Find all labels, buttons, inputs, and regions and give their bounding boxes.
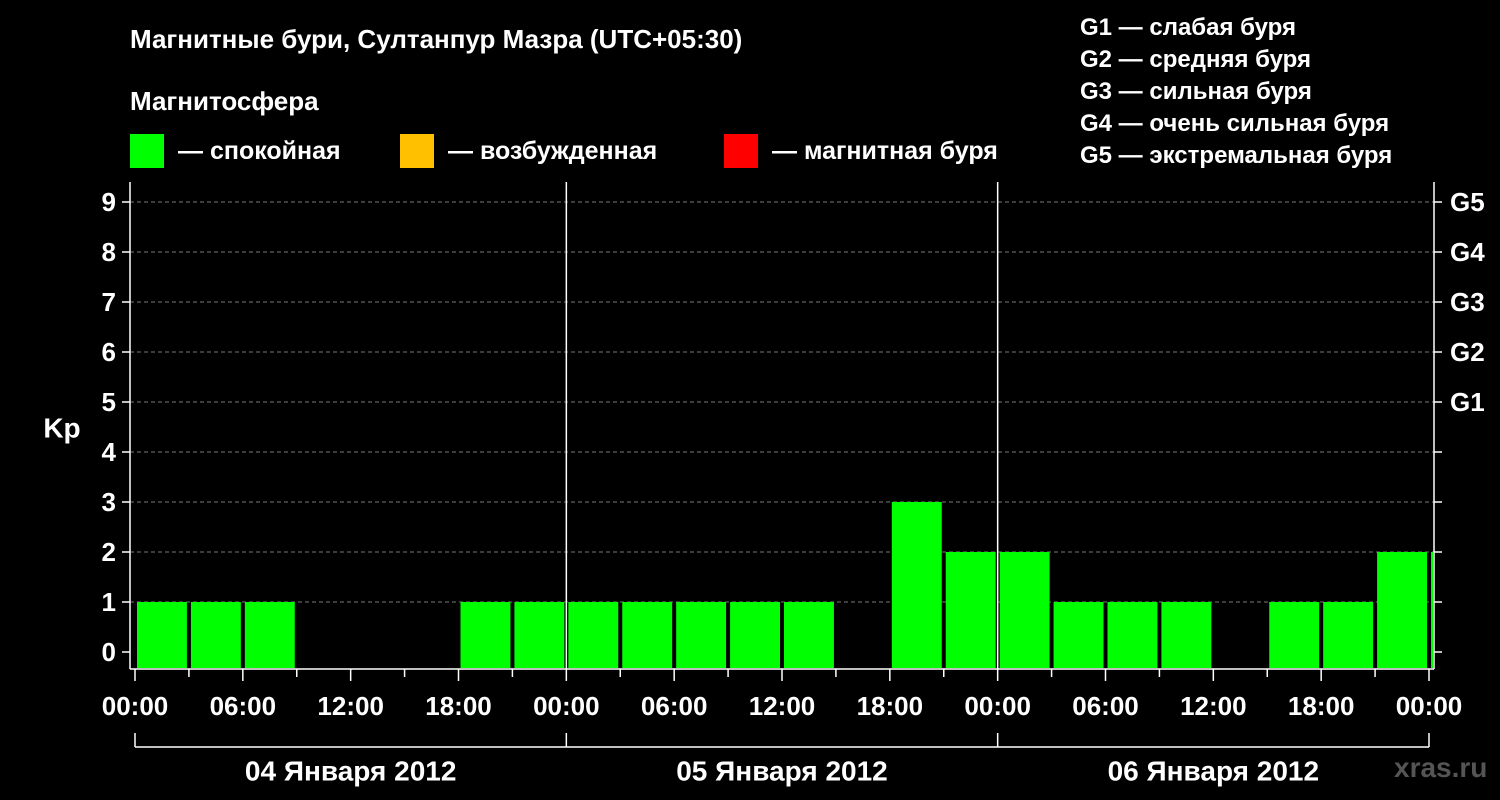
x-tick-label: 18:00	[425, 691, 492, 721]
y-tick-label: 7	[102, 287, 116, 317]
x-tick-label: 12:00	[1180, 691, 1247, 721]
y-tick-label: 6	[102, 337, 116, 367]
x-tick-label: 06:00	[210, 691, 277, 721]
y-tick-label: 0	[102, 637, 116, 667]
kp-chart: 0 1 2 3 4 5 6 7 8 9 G1 G2 G3 G4 G5 Kp 00:00 06:00 12:00 18:…	[43, 182, 1485, 787]
kp-bar	[1161, 602, 1212, 668]
kp-bar	[514, 602, 565, 668]
y-tick-label: 4	[102, 437, 117, 467]
x-tick-label: 06:00	[641, 691, 708, 721]
x-tick-label: 18:00	[857, 691, 924, 721]
day-label: 05 Января 2012	[676, 756, 888, 787]
g-tick-label: G3	[1450, 287, 1485, 317]
g-tick-label: G5	[1450, 187, 1485, 217]
watermark: xras.ru	[1394, 752, 1488, 783]
kp-bar	[1053, 602, 1104, 668]
x-tick-label: 06:00	[1072, 691, 1139, 721]
g-tick-label: G1	[1450, 387, 1485, 417]
kp-bar	[137, 602, 187, 668]
y-axis-label: Kp	[43, 413, 80, 444]
x-tick-label: 00:00	[964, 691, 1031, 721]
g-tick-label: G2	[1450, 337, 1485, 367]
kp-bar	[945, 552, 996, 668]
x-tick-label: 12:00	[317, 691, 384, 721]
y-tick-label: 9	[102, 187, 116, 217]
kp-bar	[1377, 552, 1427, 668]
x-tick-label: 12:00	[749, 691, 816, 721]
x-tick-label: 00:00	[1396, 691, 1463, 721]
kp-bar	[244, 602, 295, 668]
day-label: 04 Января 2012	[245, 756, 457, 787]
x-tick-label: 00:00	[533, 691, 600, 721]
y-tick-label: 2	[102, 537, 116, 567]
kp-bar	[891, 502, 942, 668]
kp-bar	[622, 602, 673, 668]
kp-bar	[784, 602, 834, 668]
y-tick-label: 8	[102, 237, 116, 267]
y-tick-label: 3	[102, 487, 116, 517]
kp-bar	[1431, 552, 1433, 668]
kp-bar	[1269, 602, 1320, 668]
x-tick-label: 18:00	[1288, 691, 1355, 721]
y-tick-label: 5	[102, 387, 116, 417]
kp-bar	[190, 602, 241, 668]
day-label: 06 Января 2012	[1108, 756, 1320, 787]
kp-bar	[460, 602, 511, 668]
kp-bar	[568, 602, 619, 668]
x-tick-label: 00:00	[102, 691, 169, 721]
y-tick-label: 1	[102, 587, 116, 617]
kp-bar	[1323, 602, 1374, 668]
kp-bar	[676, 602, 727, 668]
g-tick-label: G4	[1450, 237, 1485, 267]
kp-bar	[1107, 602, 1158, 668]
kp-bar	[730, 602, 780, 668]
kp-bar	[999, 552, 1050, 668]
